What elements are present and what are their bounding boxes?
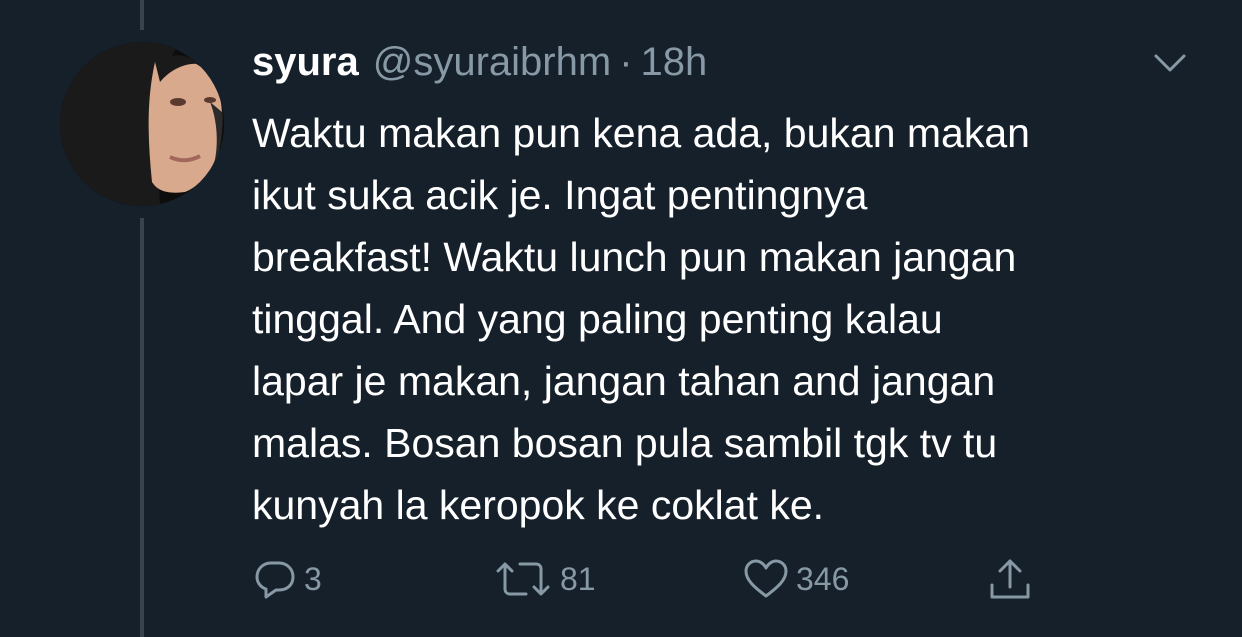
reply-button[interactable]: 3: [252, 554, 322, 604]
thread-line-top: [140, 0, 144, 30]
separator-dot: ·: [619, 40, 633, 84]
reply-icon: [255, 561, 295, 599]
chevron-down-icon: [1154, 54, 1186, 72]
retweet-count: 81: [560, 560, 596, 597]
retweet-button[interactable]: 81: [492, 554, 596, 604]
like-count: 346: [796, 560, 850, 597]
more-options-button[interactable]: [1150, 50, 1190, 76]
share-button[interactable]: [986, 554, 1034, 604]
display-name[interactable]: syura: [252, 40, 359, 85]
reply-count: 3: [304, 560, 322, 597]
avatar[interactable]: [60, 42, 224, 206]
retweet-icon: [496, 562, 550, 596]
tweet: syura @syuraibrhm · 18h Waktu makan pun …: [0, 0, 1242, 637]
handle[interactable]: @syuraibrhm: [373, 40, 611, 85]
tweet-text: Waktu makan pun kena ada, bukan makan ik…: [252, 110, 1030, 528]
share-icon: [990, 559, 1030, 599]
tweet-actions: 3 81 346: [252, 554, 1052, 604]
like-button[interactable]: 346: [742, 554, 849, 604]
timestamp[interactable]: 18h: [641, 40, 708, 85]
tweet-header: syura @syuraibrhm · 18h: [252, 40, 707, 90]
avatar-image: [60, 42, 224, 206]
thread-line-bottom: [140, 218, 144, 637]
heart-icon: [744, 559, 788, 598]
